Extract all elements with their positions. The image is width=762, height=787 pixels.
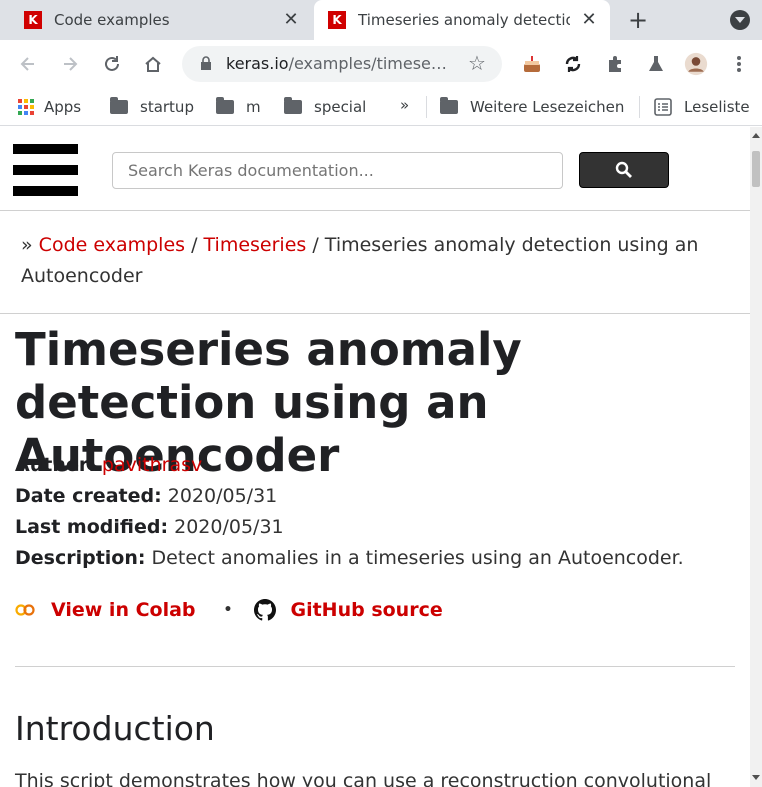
- intro-paragraph: This script demonstrates how you can use…: [15, 770, 712, 787]
- bookmark-star-icon[interactable]: ☆: [468, 51, 486, 75]
- github-icon: [254, 599, 277, 621]
- breadcrumb: » Code examples / Timeseries / Timeserie…: [21, 234, 699, 287]
- page-content: » Code examples / Timeseries / Timeserie…: [0, 127, 750, 787]
- url-text[interactable]: keras.io/examples/timese…: [226, 54, 446, 73]
- hamburger-menu-icon[interactable]: [13, 144, 78, 196]
- colab-icon: [15, 604, 35, 616]
- tab-search-icon[interactable]: [730, 10, 750, 30]
- search-icon: [615, 161, 632, 178]
- scroll-down-arrow-icon[interactable]: [752, 775, 760, 780]
- bookmarks-separator: [639, 96, 640, 118]
- tab-title: Timeseries anomaly detection using an Au…: [358, 11, 570, 29]
- address-bar[interactable]: keras.io/examples/timese… ☆: [182, 46, 502, 82]
- divider: [15, 666, 735, 667]
- tab-strip: K Code examples ✕ K Timeseries anomaly d…: [0, 0, 762, 40]
- extensions-puzzle-icon[interactable]: [603, 52, 627, 76]
- browser-toolbar: keras.io/examples/timese… ☆: [0, 40, 762, 88]
- tab-title: Code examples: [54, 11, 170, 29]
- source-links: View in Colab • GitHub source: [15, 595, 735, 625]
- keras-favicon: K: [24, 11, 42, 29]
- tab-code-examples[interactable]: K Code examples ✕: [10, 0, 310, 40]
- reload-icon[interactable]: [100, 52, 124, 76]
- scrollbar-thumb[interactable]: [752, 151, 760, 187]
- breadcrumb-link-timeseries[interactable]: Timeseries: [204, 234, 307, 256]
- close-tab-icon[interactable]: ✕: [280, 8, 302, 30]
- reading-list-icon: [654, 98, 672, 116]
- bookmark-folder-m[interactable]: m: [216, 97, 261, 117]
- forward-icon[interactable]: [58, 52, 82, 76]
- bookmark-folder-startup[interactable]: startup: [110, 97, 194, 117]
- meta-author: Author: pavithrasv: [15, 454, 203, 476]
- new-tab-icon[interactable]: +: [624, 6, 652, 34]
- author-link[interactable]: pavithrasv: [102, 454, 202, 476]
- reading-list-button[interactable]: Leseliste: [654, 97, 750, 117]
- bookmarks-bar: Apps startup m special » Weitere Lesezei…: [0, 88, 762, 126]
- close-tab-icon[interactable]: ✕: [578, 8, 600, 30]
- bookmark-folder-weitere-lesezeichen[interactable]: Weitere Lesezeichen: [440, 97, 624, 117]
- folder-icon: [216, 97, 234, 114]
- bookmark-folder-special[interactable]: special: [284, 97, 366, 117]
- bookmark-apps[interactable]: Apps: [18, 97, 81, 117]
- cake-extension-icon[interactable]: [520, 52, 544, 76]
- bookmarks-separator: [426, 96, 427, 118]
- github-source-link[interactable]: GitHub source: [290, 599, 442, 621]
- browser-menu-icon[interactable]: [727, 52, 751, 76]
- folder-icon: [440, 97, 458, 114]
- site-header: [0, 127, 750, 211]
- divider: [0, 313, 750, 314]
- sync-extension-icon[interactable]: [561, 52, 585, 76]
- home-icon[interactable]: [141, 52, 165, 76]
- meta-description: Description: Detect anomalies in a times…: [15, 547, 684, 569]
- breadcrumb-link-code-examples[interactable]: Code examples: [39, 234, 185, 256]
- lock-icon[interactable]: [200, 56, 212, 70]
- apps-grid-icon: [18, 99, 34, 115]
- view-in-colab-link[interactable]: View in Colab: [51, 599, 196, 621]
- keras-favicon: K: [328, 11, 346, 29]
- bullet-separator: •: [223, 602, 233, 618]
- profile-avatar-icon[interactable]: [684, 52, 708, 76]
- section-heading-introduction: Introduction: [15, 709, 215, 748]
- bookmarks-overflow-chevron-icon[interactable]: »: [400, 95, 409, 115]
- folder-icon: [284, 97, 302, 114]
- meta-last-modified: Last modified: 2020/05/31: [15, 516, 284, 538]
- labs-flask-icon[interactable]: [644, 52, 668, 76]
- scroll-up-arrow-icon[interactable]: [752, 133, 760, 138]
- tab-timeseries-anomaly[interactable]: K Timeseries anomaly detection using an …: [314, 0, 610, 40]
- folder-icon: [110, 97, 128, 114]
- meta-date-created: Date created: 2020/05/31: [15, 485, 278, 507]
- search-button[interactable]: [579, 152, 669, 188]
- back-icon[interactable]: [16, 52, 40, 76]
- page-scrollbar[interactable]: [750, 127, 762, 787]
- search-input[interactable]: [112, 152, 563, 189]
